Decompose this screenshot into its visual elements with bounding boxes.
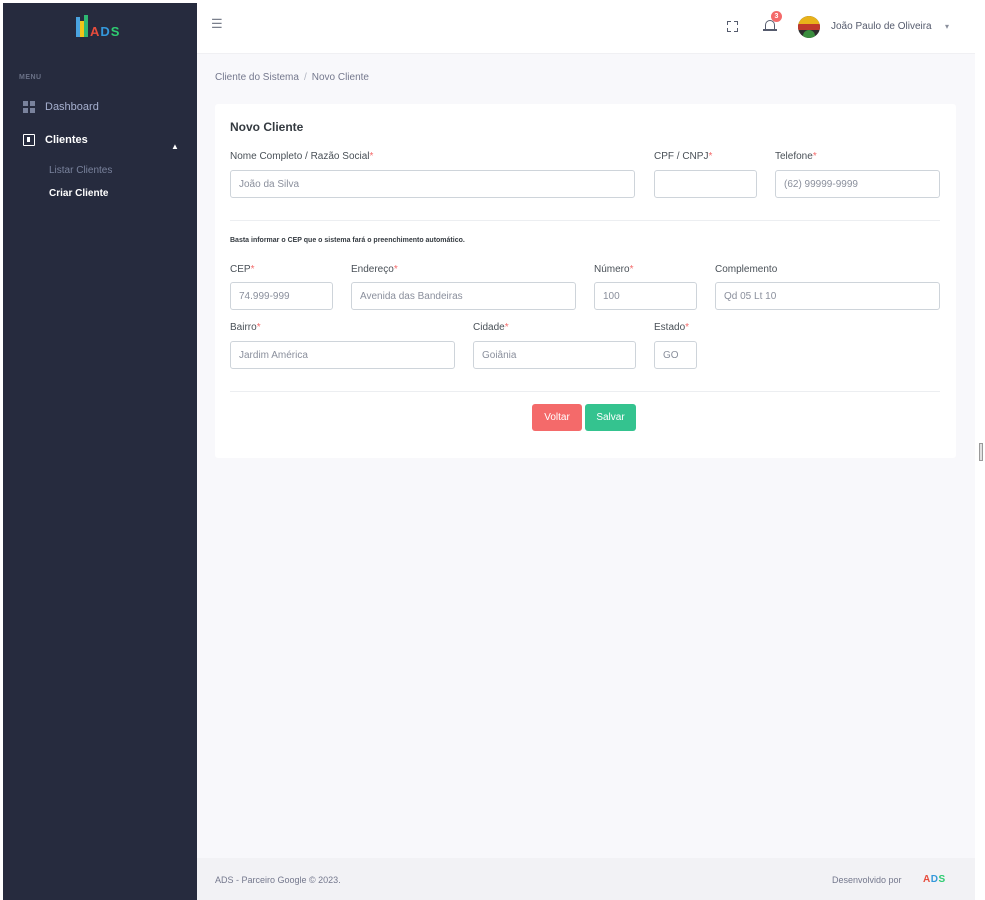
cep-hint: Basta informar o CEP que o sistema fará … [230,237,465,244]
cidade-input[interactable] [473,341,636,369]
sidebar-subitem-criar-cliente[interactable]: Criar Cliente [49,188,108,199]
topbar: ☰ 3 João Paulo de Oliveira ▾ [197,0,975,54]
grid-icon [23,101,35,113]
estado-input[interactable] [654,341,697,369]
menu-toggle-icon[interactable]: ☰ [211,16,223,32]
sidebar-subitem-listar-clientes[interactable]: Listar Clientes [49,165,112,176]
cidade-label: Cidade* [473,322,509,333]
telefone-label: Telefone* [775,151,817,162]
bairro-input[interactable] [230,341,455,369]
sidebar-item-label: Clientes [45,134,88,146]
cep-input[interactable] [230,282,333,310]
salvar-button[interactable]: Salvar [585,404,636,431]
sidebar: ADS MENU Dashboard Clientes ▲ Listar Cli… [3,3,197,900]
telefone-input[interactable] [775,170,940,198]
form-card: Novo Cliente Nome Completo / Razão Socia… [215,104,956,458]
breadcrumb: Cliente do Sistema / Novo Cliente [215,72,369,83]
fullscreen-icon[interactable] [727,21,738,32]
nome-input[interactable] [230,170,635,198]
breadcrumb-separator: / [303,72,307,83]
brand-logo[interactable]: ADS [75,13,120,39]
logo-text: ADS [90,24,121,39]
form-title: Novo Cliente [230,120,304,134]
numero-label: Número* [594,264,634,275]
sidebar-item-label: Dashboard [45,101,99,113]
breadcrumb-parent[interactable]: Cliente do Sistema [215,72,299,83]
cep-label: CEP* [230,264,255,275]
sidebar-item-clientes[interactable]: Clientes [23,134,88,146]
footer-developed-by: Desenvolvido por [832,875,902,885]
cpf-cnpj-label: CPF / CNPJ* [654,151,713,162]
nome-label: Nome Completo / Razão Social* [230,151,374,162]
endereco-label: Endereço* [351,264,398,275]
footer-logo[interactable]: ADS [923,874,946,885]
menu-title: MENU [19,74,42,81]
chevron-up-icon[interactable]: ▲ [171,142,179,151]
scrollbar-handle[interactable] [979,443,983,461]
divider [230,220,940,221]
complemento-input[interactable] [715,282,940,310]
notification-badge: 3 [771,11,782,22]
avatar[interactable] [798,16,820,38]
estado-label: Estado* [654,322,690,333]
complemento-label: Complemento [715,264,778,275]
client-icon [23,134,35,146]
divider [230,391,940,392]
main-content: Cliente do Sistema / Novo Cliente Novo Cli… [197,54,975,858]
footer: ADS - Parceiro Google © 2023. Desenvolvi… [197,858,975,900]
breadcrumb-current: Novo Cliente [311,72,369,83]
logo-mark-icon [75,15,89,39]
voltar-button[interactable]: Voltar [532,404,582,431]
cpf-cnpj-input[interactable] [654,170,757,198]
bairro-label: Bairro* [230,322,261,333]
endereco-input[interactable] [351,282,576,310]
chevron-down-icon[interactable]: ▾ [945,22,949,31]
numero-input[interactable] [594,282,697,310]
user-name[interactable]: João Paulo de Oliveira [831,21,932,32]
sidebar-item-dashboard[interactable]: Dashboard [23,101,99,113]
footer-copyright: ADS - Parceiro Google © 2023. [215,875,341,885]
